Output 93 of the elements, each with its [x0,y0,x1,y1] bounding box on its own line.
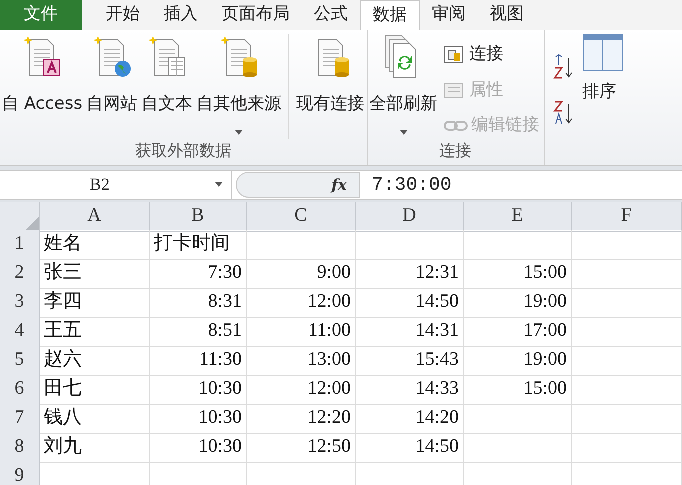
table-cell[interactable]: 钱八 [40,404,150,434]
sort-ascending-icon[interactable] [552,54,575,80]
table-cell[interactable]: 17:00 [464,317,572,346]
row-header[interactable]: 5 [0,346,40,376]
insert-function-label[interactable]: fx [332,174,347,196]
table-cell[interactable] [247,230,356,260]
connections-icon [444,44,466,65]
table-cell[interactable]: 12:00 [247,375,356,404]
table-cell[interactable]: 8:31 [150,288,247,318]
table-cell[interactable]: 10:30 [150,404,247,434]
table-cell[interactable]: 王五 [40,317,150,346]
row-header[interactable]: 4 [0,317,40,346]
row-header[interactable]: 2 [0,259,40,288]
row-header[interactable]: 3 [0,288,40,318]
row-header[interactable]: 8 [0,433,40,462]
table-cell[interactable] [572,259,682,288]
table-cell[interactable]: 12:50 [247,433,356,462]
table-cell[interactable]: 14:20 [356,404,464,434]
table-cell[interactable]: 12:31 [356,259,464,288]
column-header[interactable]: B [150,202,247,232]
caret-icon [400,130,408,134]
table-cell[interactable] [356,230,464,260]
table-cell[interactable]: 11:00 [247,317,356,346]
ribbon-tab[interactable]: 数据 [360,0,420,30]
row-header[interactable]: 6 [0,375,40,404]
ribbon-button[interactable]: 自文本 [140,34,195,138]
table-cell[interactable]: 8:51 [150,317,247,346]
column-header[interactable]: E [464,202,572,232]
group-label: 获取外部数据 [134,140,232,162]
table-cell[interactable] [464,433,572,462]
sort-grid-icon [582,34,623,72]
table-cell[interactable]: 15:00 [464,375,572,404]
table-cell[interactable]: 姓名 [40,230,150,260]
ribbon-button[interactable]: 自其他来源 [194,34,284,138]
table-cell[interactable]: 12:00 [247,288,356,318]
column-header[interactable]: C [247,202,356,232]
column-header[interactable]: A [40,202,150,232]
table-cell[interactable]: 14:31 [356,317,464,346]
table-cell[interactable] [572,375,682,404]
table-cell[interactable]: 14:50 [356,288,464,318]
caret-icon [235,130,244,134]
table-cell[interactable]: 15:00 [464,259,572,288]
table-cell[interactable] [572,404,682,434]
column-header[interactable]: D [356,202,464,232]
table-cell[interactable]: 12:20 [247,404,356,434]
formula-field[interactable]: 7:30:00 [372,170,452,199]
ribbon-tab[interactable]: 审阅 [420,0,478,30]
row-header[interactable]: 9 [0,462,40,485]
ribbon-tab[interactable]: 开始 [94,0,152,30]
table-cell[interactable]: 15:43 [356,346,464,376]
ribbon-button[interactable]: 现有连接 [288,34,367,138]
caret-icon [215,182,223,188]
ribbon-tab[interactable]: 公式 [302,0,360,30]
sort-descending-icon[interactable] [552,100,575,126]
row-header[interactable]: 1 [0,230,40,260]
ribbon-tab[interactable]: 文件 [0,0,82,30]
ribbon-small-button[interactable]: 连接 [444,42,540,68]
chain-link-icon [444,118,468,133]
table-cell[interactable] [464,404,572,434]
table-cell[interactable]: 李四 [40,288,150,318]
group-label: 连接 [438,140,473,162]
table-cell[interactable]: 打卡时间 [150,230,247,260]
ribbon-button[interactable]: 全部刷新 [368,34,440,138]
table-cell[interactable]: 赵六 [40,346,150,376]
row-header[interactable]: 7 [0,404,40,434]
table-cell[interactable] [572,230,682,260]
table-cell[interactable]: 14:50 [356,433,464,462]
table-cell[interactable]: 10:30 [150,375,247,404]
table-cell[interactable] [464,230,572,260]
table-cell[interactable]: 14:33 [356,375,464,404]
table-cell[interactable]: 田七 [40,375,150,404]
name-box[interactable]: B2 [0,170,232,199]
table-cell[interactable]: 10:30 [150,433,247,462]
table-cell[interactable] [572,346,682,376]
ribbon-tab[interactable]: 页面布局 [210,0,302,30]
corner-triangle-icon [25,216,39,230]
table-cell[interactable]: 11:30 [150,346,247,376]
table-cell[interactable] [572,433,682,462]
sort-button[interactable]: 排序 [582,34,623,164]
ribbon-button[interactable]: 自 Access [0,34,85,138]
table-cell[interactable]: 9:00 [247,259,356,288]
table-cell[interactable] [572,288,682,318]
table-cell[interactable]: 19:00 [464,346,572,376]
ribbon-tab[interactable]: 插入 [152,0,210,30]
table-cell[interactable]: 7:30 [150,259,247,288]
ribbon-button[interactable]: 自网站 [84,34,140,138]
table-cell[interactable]: 刘九 [40,433,150,462]
table-cell[interactable]: 张三 [40,259,150,288]
table-cell[interactable]: 19:00 [464,288,572,318]
table-cell[interactable]: 13:00 [247,346,356,376]
column-header[interactable]: F [572,202,682,232]
table-cell[interactable] [572,317,682,346]
ribbon-tab[interactable]: 视图 [478,0,536,30]
